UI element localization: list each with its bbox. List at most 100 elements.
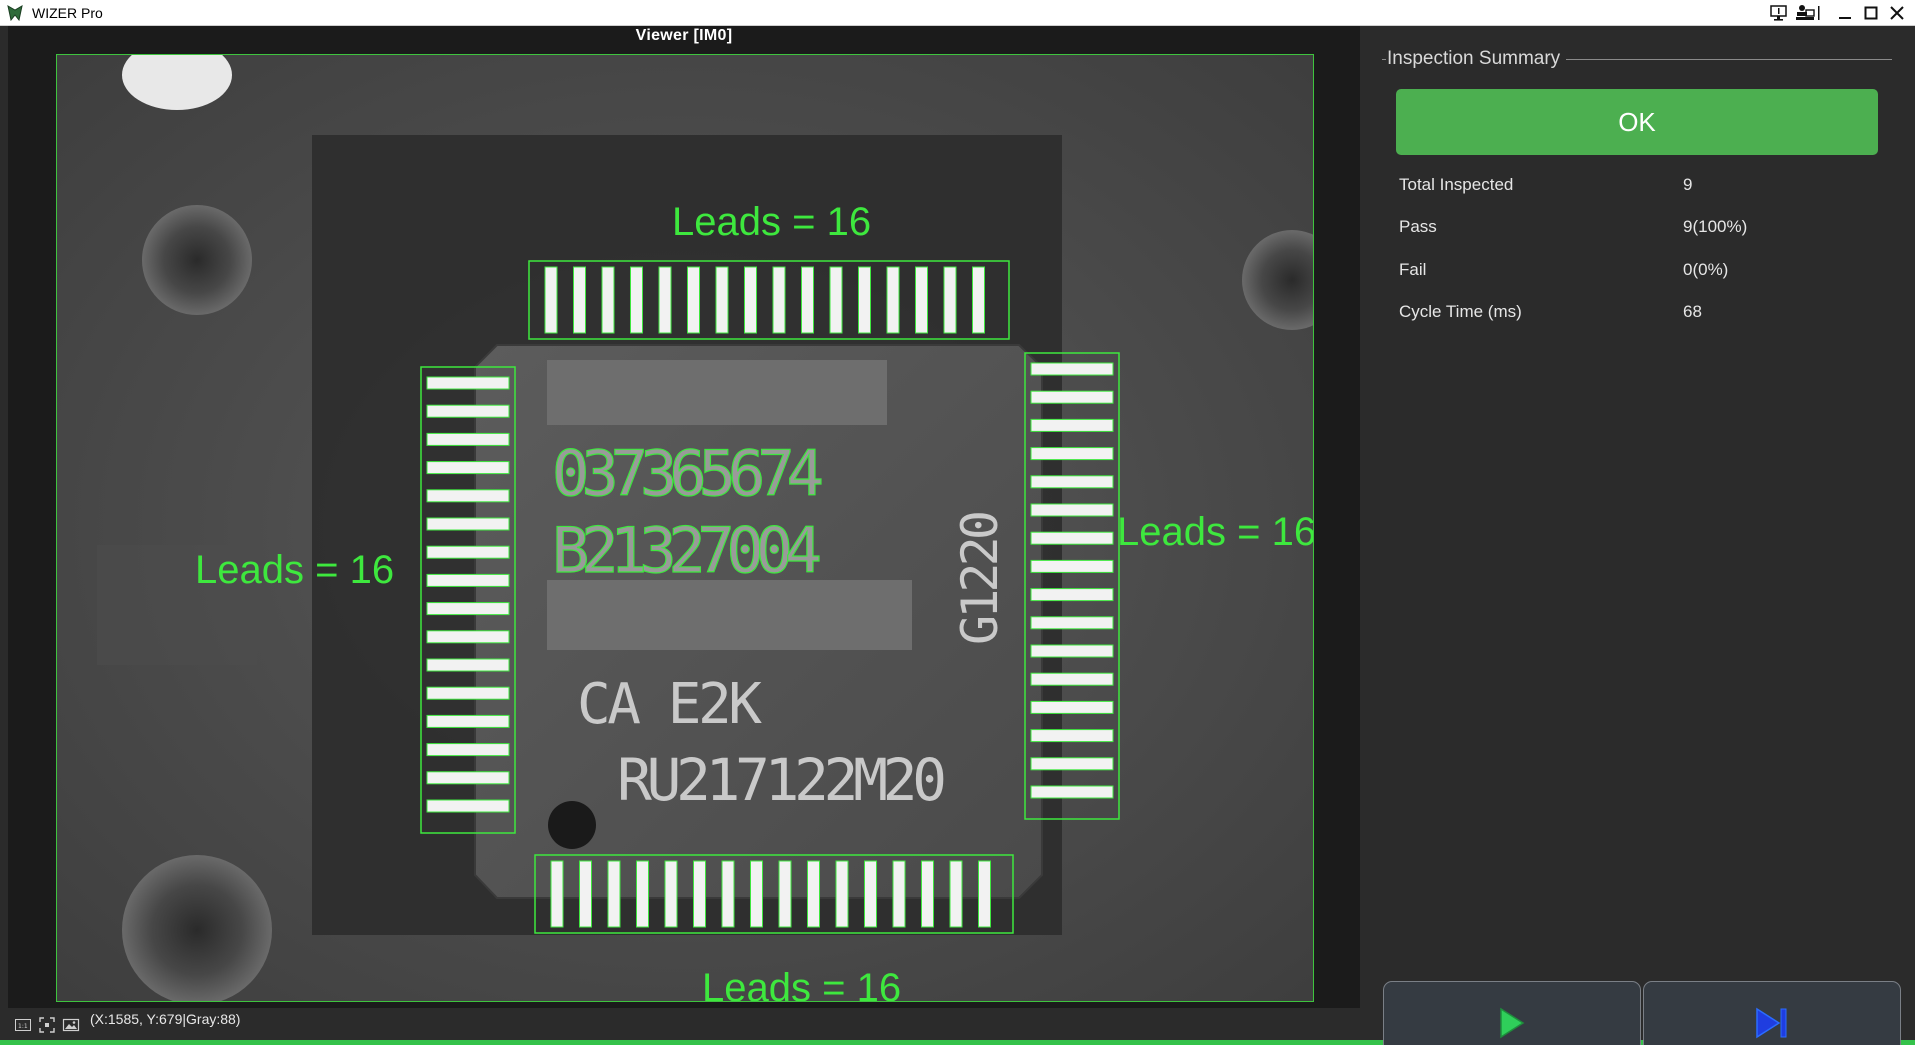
pin1-dot <box>548 801 596 849</box>
pixel-readout: (X:1585, Y:679|Gray:88) <box>90 1011 241 1027</box>
window-title: WIZER Pro <box>32 5 103 21</box>
lead-pin <box>1030 588 1114 602</box>
lead-pin <box>426 573 510 587</box>
display-settings-icon[interactable] <box>1766 1 1792 25</box>
lead-pin <box>1030 644 1114 658</box>
minimize-icon[interactable] <box>1832 1 1858 25</box>
lead-pin <box>921 860 934 928</box>
lead-pin <box>801 266 814 334</box>
fit-to-window-icon[interactable] <box>38 1016 56 1034</box>
redacted-marking-middle <box>547 580 912 650</box>
lead-pin <box>426 686 510 700</box>
actual-size-icon[interactable]: 1:1 <box>14 1016 32 1034</box>
lead-pin <box>721 860 735 928</box>
lead-pin <box>1030 531 1114 545</box>
lead-pin <box>579 860 592 928</box>
step-forward-icon <box>1756 1007 1787 1039</box>
lead-pin <box>1030 672 1114 686</box>
lead-pin <box>772 266 786 334</box>
lead-pin <box>573 266 586 334</box>
stat-label-pass: Pass <box>1399 217 1437 236</box>
lead-pin <box>601 266 615 334</box>
lead-pin <box>886 266 900 334</box>
top-lead-count: Leads = 16 <box>672 200 871 244</box>
lead-pin <box>426 432 510 446</box>
maximize-icon[interactable] <box>1858 1 1884 25</box>
lead-pin <box>978 860 991 928</box>
play-icon <box>1500 1007 1525 1039</box>
lead-pin <box>636 860 649 928</box>
lead-pin <box>829 266 843 334</box>
stat-label-cycle-time: Cycle Time (ms) <box>1399 302 1522 321</box>
lead-pin <box>426 404 510 418</box>
lead-pin <box>664 860 678 928</box>
lead-pin <box>1030 418 1114 432</box>
lead-pin <box>687 266 700 334</box>
lead-pin <box>426 545 510 559</box>
lead-pin <box>426 517 510 531</box>
lead-pin <box>426 461 510 475</box>
lead-pin <box>943 266 957 334</box>
lead-pin <box>915 266 928 334</box>
stat-label-total-inspected: Total Inspected <box>1399 175 1514 194</box>
run-button[interactable] <box>1383 981 1641 1045</box>
marking-line-1: 037365674 <box>552 437 824 510</box>
lead-pin <box>426 771 510 785</box>
lead-pin <box>426 602 510 616</box>
result-status-badge: OK <box>1396 89 1878 155</box>
app-logo-icon <box>7 5 23 22</box>
lead-pin <box>1030 390 1114 404</box>
lead-pin <box>426 743 510 757</box>
stat-value-fail: 0(0%) <box>1683 260 1729 279</box>
lead-pin <box>1030 785 1114 799</box>
lead-pin <box>1030 362 1114 376</box>
left-lead-count: Leads = 16 <box>195 548 394 592</box>
socket-hole-bottom-left <box>122 855 272 1001</box>
title-separator <box>1814 1 1824 25</box>
inspection-summary-panel: Inspection Summary OK Total Inspected 9 … <box>1368 40 1915 1045</box>
lead-pin <box>807 860 820 928</box>
lead-pin <box>658 266 672 334</box>
lead-pin <box>426 658 510 672</box>
image-icon[interactable] <box>62 1016 80 1034</box>
lead-pin <box>1030 729 1114 743</box>
lead-pin <box>858 266 871 334</box>
lead-pin <box>892 860 906 928</box>
lead-pin <box>1030 757 1114 771</box>
lead-pin <box>744 266 757 334</box>
lead-pin <box>778 860 792 928</box>
lead-pin <box>426 799 510 813</box>
viewer-panel: Viewer [IM0] 037365674 B21327004 CA E2K … <box>8 26 1360 1008</box>
viewer-title: Viewer [IM0] <box>635 27 733 44</box>
lead-pin <box>550 860 564 928</box>
lead-pin <box>715 266 729 334</box>
lead-pin <box>1030 475 1114 489</box>
lead-pin <box>426 714 510 728</box>
lead-pin <box>426 489 510 503</box>
inspection-image[interactable]: 037365674 B21327004 CA E2K RU217122M20 G… <box>56 54 1314 1002</box>
lead-pin <box>1030 559 1114 573</box>
lead-pin <box>607 860 621 928</box>
bottom-lead-count: Leads = 16 <box>702 966 901 1002</box>
lead-pin <box>972 266 985 334</box>
marking-line-4: RU217122M20 <box>617 746 947 814</box>
marking-side: G1220 <box>951 510 1009 645</box>
stat-value-pass: 9(100%) <box>1683 217 1748 236</box>
lead-pin <box>426 376 510 390</box>
step-button[interactable] <box>1643 981 1901 1045</box>
lead-pin <box>1030 700 1114 714</box>
title-bar: WIZER Pro <box>0 0 1915 26</box>
marking-line-2: B21327004 <box>552 514 822 587</box>
lead-pin <box>544 266 558 334</box>
lead-pin <box>426 630 510 644</box>
lead-pin <box>1030 616 1114 630</box>
lead-pin <box>864 860 877 928</box>
right-lead-count: Leads = 16 <box>1117 510 1314 554</box>
stat-value-cycle-time: 68 <box>1683 302 1702 321</box>
socket-hole-top-left <box>142 205 252 315</box>
close-icon[interactable] <box>1884 1 1910 25</box>
stat-label-fail: Fail <box>1399 260 1427 279</box>
lead-pin <box>693 860 706 928</box>
marking-line-3: CA E2K <box>577 672 762 737</box>
summary-title: Inspection Summary <box>1386 48 1567 70</box>
